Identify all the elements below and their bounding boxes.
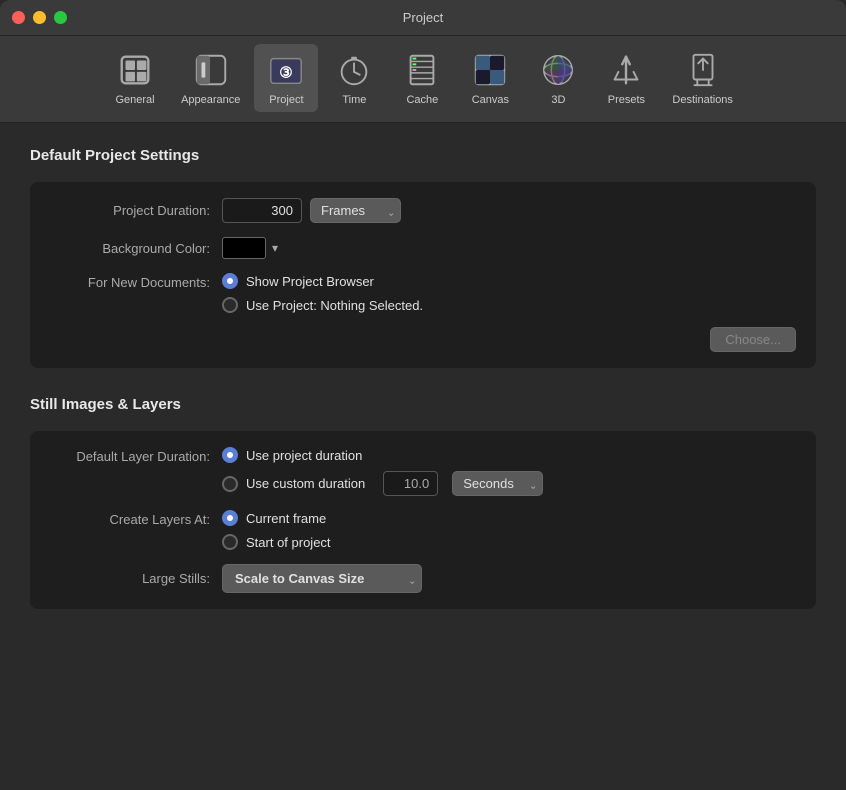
toolbar-label-general: General <box>115 94 154 106</box>
background-color-label: Background Color: <box>50 241 210 256</box>
time-icon <box>334 50 374 90</box>
toolbar-item-cache[interactable]: Cache <box>390 44 454 112</box>
toolbar-label-presets: Presets <box>608 94 645 106</box>
color-swatch[interactable] <box>222 237 266 259</box>
toolbar-item-project[interactable]: ③ Project <box>254 44 318 112</box>
toolbar-label-destinations: Destinations <box>672 94 733 106</box>
window-title: Project <box>403 10 443 25</box>
use-project-duration-radio[interactable] <box>222 447 238 463</box>
color-dropdown-arrow[interactable]: ▾ <box>272 241 278 255</box>
new-documents-radio-group: Show Project Browser Use Project: Nothin… <box>222 273 423 313</box>
toolbar-label-appearance: Appearance <box>181 94 240 106</box>
toolbar-item-presets[interactable]: Presets <box>594 44 658 112</box>
toolbar-item-3d[interactable]: 3D <box>526 44 590 112</box>
main-content: Default Project Settings Project Duratio… <box>0 123 846 790</box>
current-frame-radio[interactable] <box>222 510 238 526</box>
large-stills-row: Large Stills: Scale to Canvas Size Do No… <box>50 564 796 593</box>
background-color-row: Background Color: ▾ <box>50 237 796 259</box>
default-project-settings-group: Project Duration: Frames Seconds Timecod… <box>30 182 816 368</box>
still-images-settings-group: Default Layer Duration: Use project dura… <box>30 431 816 609</box>
section-title-still-images: Still Images & Layers <box>30 396 816 413</box>
minimize-button[interactable] <box>33 11 46 24</box>
show-project-browser-label: Show Project Browser <box>246 274 374 289</box>
current-frame-label: Current frame <box>246 511 326 526</box>
use-custom-duration-radio[interactable] <box>222 476 238 492</box>
project-duration-input[interactable] <box>222 198 302 223</box>
create-layers-at-row: Create Layers At: Current frame Start of… <box>50 510 796 550</box>
use-project-label: Use Project: Nothing Selected. <box>246 298 423 313</box>
toolbar-item-canvas[interactable]: Canvas <box>458 44 522 112</box>
toolbar-item-time[interactable]: Time <box>322 44 386 112</box>
use-custom-duration-row: Use custom duration Seconds Frames Timec… <box>222 471 543 496</box>
use-project-radio[interactable] <box>222 297 238 313</box>
layer-duration-radio-group: Use project duration Use custom duration… <box>222 447 543 496</box>
start-of-project-label: Start of project <box>246 535 331 550</box>
3d-icon <box>538 50 578 90</box>
use-project-duration-row: Use project duration <box>222 447 543 463</box>
use-custom-duration-label: Use custom duration <box>246 476 365 491</box>
create-layers-radio-group: Current frame Start of project <box>222 510 331 550</box>
close-button[interactable] <box>12 11 25 24</box>
default-layer-duration-label: Default Layer Duration: <box>50 449 210 464</box>
large-stills-wrapper: Scale to Canvas Size Do Nothing Letterbo… <box>222 564 422 593</box>
large-stills-dropdown[interactable]: Scale to Canvas Size Do Nothing Letterbo… <box>222 564 422 593</box>
project-duration-row: Project Duration: Frames Seconds Timecod… <box>50 198 796 223</box>
toolbar-label-cache: Cache <box>406 94 438 106</box>
canvas-icon <box>470 50 510 90</box>
choose-button-row: Choose... <box>50 327 796 352</box>
custom-duration-unit-wrapper: Seconds Frames Timecode <box>452 471 543 496</box>
svg-text:③: ③ <box>280 65 294 82</box>
maximize-button[interactable] <box>54 11 67 24</box>
appearance-icon <box>191 50 231 90</box>
project-duration-label: Project Duration: <box>50 203 210 218</box>
start-of-project-row: Start of project <box>222 534 331 550</box>
for-new-documents-label: For New Documents: <box>50 275 210 290</box>
window-controls[interactable] <box>12 11 67 24</box>
current-frame-row: Current frame <box>222 510 331 526</box>
section-title-default-project: Default Project Settings <box>30 147 816 164</box>
duration-unit-dropdown[interactable]: Frames Seconds Timecode <box>310 198 401 223</box>
duration-unit-wrapper: Frames Seconds Timecode <box>310 198 401 223</box>
use-project-row: Use Project: Nothing Selected. <box>222 297 423 313</box>
toolbar-item-general[interactable]: General <box>103 44 167 112</box>
general-icon <box>115 50 155 90</box>
use-project-duration-label: Use project duration <box>246 448 362 463</box>
toolbar-label-time: Time <box>342 94 366 106</box>
toolbar-item-destinations[interactable]: Destinations <box>662 44 743 112</box>
destinations-icon <box>683 50 723 90</box>
default-layer-duration-row: Default Layer Duration: Use project dura… <box>50 447 796 496</box>
title-bar: Project <box>0 0 846 36</box>
start-of-project-radio[interactable] <box>222 534 238 550</box>
project-icon: ③ <box>266 50 306 90</box>
background-color-control: ▾ <box>222 237 278 259</box>
toolbar-label-canvas: Canvas <box>472 94 509 106</box>
toolbar-label-3d: 3D <box>551 94 565 106</box>
project-duration-control: Frames Seconds Timecode <box>222 198 401 223</box>
custom-duration-input[interactable] <box>383 471 438 496</box>
cache-icon <box>402 50 442 90</box>
presets-icon <box>606 50 646 90</box>
show-project-browser-radio[interactable] <box>222 273 238 289</box>
create-layers-at-label: Create Layers At: <box>50 512 210 527</box>
toolbar: General Appearance ③ Project <box>0 36 846 123</box>
for-new-documents-row: For New Documents: Show Project Browser … <box>50 273 796 313</box>
custom-duration-unit-dropdown[interactable]: Seconds Frames Timecode <box>452 471 543 496</box>
large-stills-label: Large Stills: <box>50 571 210 586</box>
toolbar-item-appearance[interactable]: Appearance <box>171 44 250 112</box>
toolbar-label-project: Project <box>269 94 303 106</box>
choose-button[interactable]: Choose... <box>710 327 796 352</box>
show-project-browser-row: Show Project Browser <box>222 273 423 289</box>
